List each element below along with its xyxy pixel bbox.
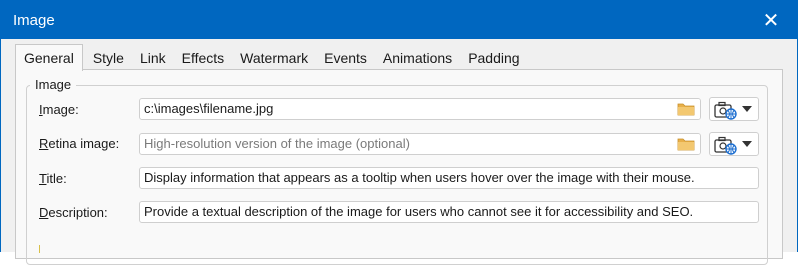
retina-label-accesskey: R (39, 136, 49, 151)
tab-padding[interactable]: Padding (460, 46, 527, 70)
title-label-text: itle: (46, 171, 67, 186)
tab-animations[interactable]: Animations (375, 46, 460, 70)
description-label: Description: (39, 205, 108, 220)
image-path-input[interactable]: c:\images\filename.jpg (139, 98, 701, 120)
tab-bar: General Style Link Effects Watermark Eve… (15, 44, 528, 71)
image-label: Image: (39, 102, 79, 117)
title-input[interactable]: Display information that appears as a to… (139, 167, 759, 189)
retina-source-dropdown[interactable] (709, 132, 759, 156)
tab-events[interactable]: Events (316, 46, 375, 70)
group-legend: Image (30, 77, 77, 92)
title-label: Title: (39, 171, 67, 186)
tab-link[interactable]: Link (132, 46, 174, 70)
image-path-value: c:\images\filename.jpg (144, 101, 274, 116)
retina-label-text: etina image: (48, 136, 120, 151)
tab-general[interactable]: General (15, 44, 83, 71)
window-title: Image (13, 12, 55, 29)
image-dialog: Image ✕ General Style Link Effects Water… (0, 0, 798, 265)
title-value: Display information that appears as a to… (144, 170, 695, 185)
chevron-down-icon (742, 141, 752, 147)
description-value: Provide a textual description of the ima… (144, 204, 694, 219)
tab-effects[interactable]: Effects (174, 46, 233, 70)
title-bar: Image ✕ (1, 1, 797, 39)
retina-image-input[interactable]: High-resolution version of the image (op… (139, 133, 701, 155)
folder-icon[interactable] (672, 99, 700, 119)
folder-icon[interactable] (672, 134, 700, 154)
retina-label: Retina image: (39, 136, 119, 151)
camera-globe-icon (714, 135, 738, 160)
close-icon[interactable]: ✕ (759, 8, 783, 32)
camera-globe-icon (714, 100, 738, 125)
tab-style[interactable]: Style (85, 46, 132, 70)
image-source-dropdown[interactable] (709, 97, 759, 121)
description-label-accesskey: D (39, 205, 49, 220)
description-input[interactable]: Provide a textual description of the ima… (139, 201, 759, 223)
retina-placeholder: High-resolution version of the image (op… (144, 136, 410, 151)
tab-watermark[interactable]: Watermark (232, 46, 316, 70)
description-label-text: escription: (48, 205, 108, 220)
image-label-text: mage: (42, 102, 79, 117)
chevron-down-icon (742, 106, 752, 112)
